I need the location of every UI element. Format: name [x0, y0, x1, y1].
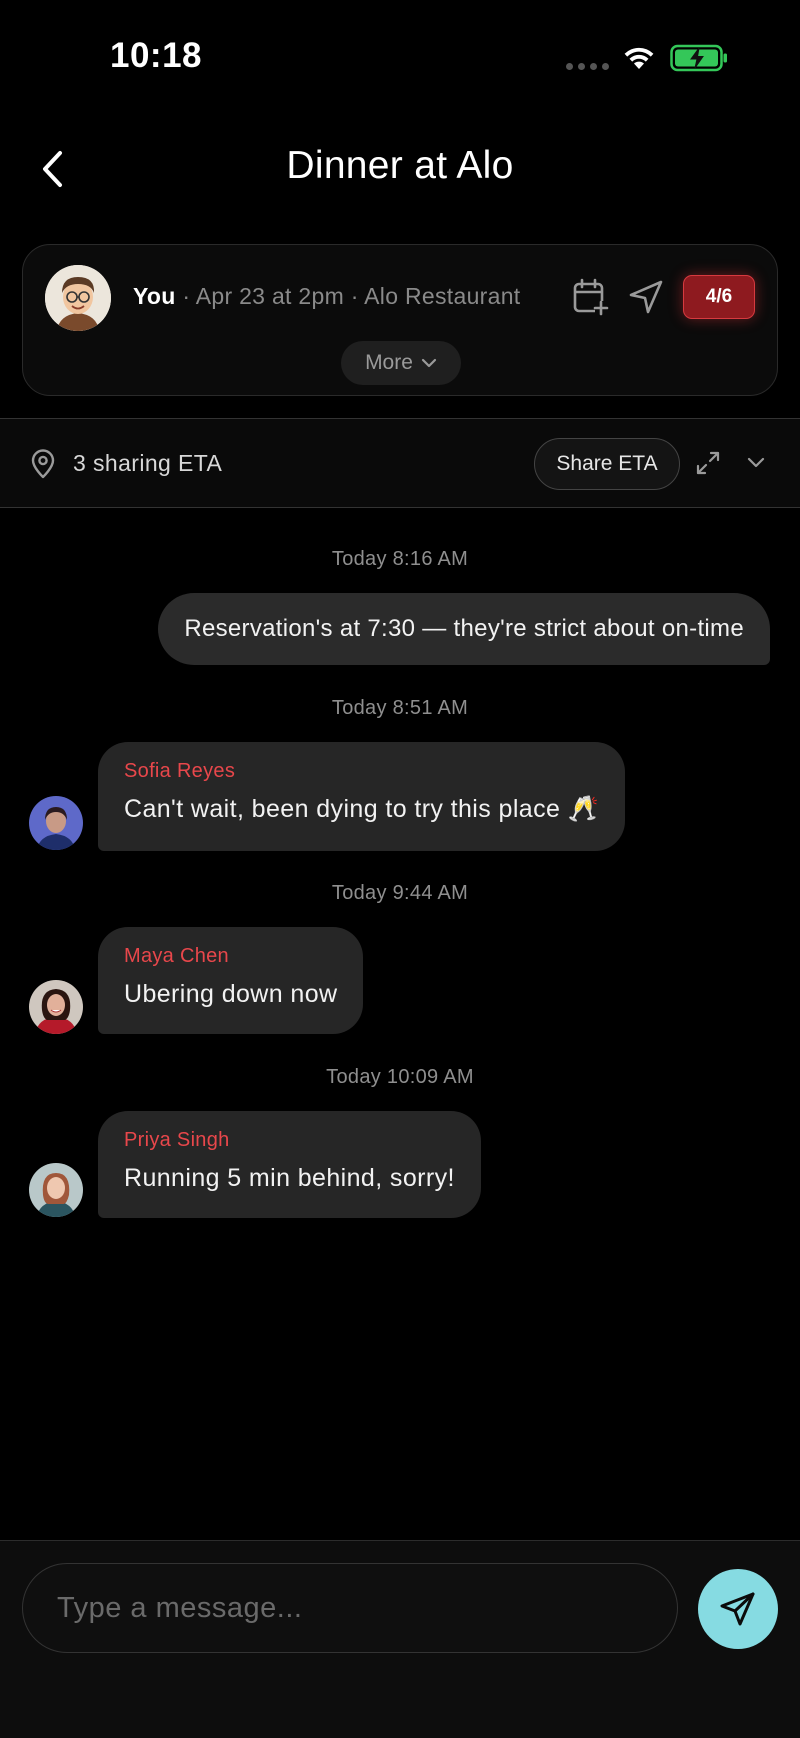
message-composer	[0, 1540, 800, 1738]
event-details: You · Apr 23 at 2pm · Alo Restaurant	[133, 283, 521, 310]
header: Dinner at Alo	[0, 120, 800, 220]
sender-name: Maya Chen	[124, 945, 229, 967]
wifi-icon	[624, 47, 654, 69]
message-timestamp: Today 8:51 AM	[331, 697, 469, 719]
message-text: Can't wait, been dying to try this place…	[124, 795, 600, 823]
eta-sharing-bar: 3 sharing ETA Share ETA	[0, 418, 800, 508]
add-to-calendar-button[interactable]	[571, 277, 609, 317]
status-bar: 10:18	[0, 0, 800, 120]
event-summary-card: You · Apr 23 at 2pm · Alo Restaurant 4/6…	[22, 244, 778, 396]
event-host: You	[133, 283, 176, 309]
sender-name: Sofia Reyes	[124, 760, 236, 782]
collapse-eta-button[interactable]	[744, 451, 768, 475]
event-date-location: · Apr 23 at 2pm · Alo Restaurant	[175, 283, 521, 309]
page-title: Dinner at Alo	[286, 144, 514, 187]
chevron-down-icon	[747, 457, 765, 468]
calendar-plus-icon	[573, 278, 609, 316]
eta-sharing-count: 3 sharing ETA	[73, 450, 223, 476]
directions-button[interactable]	[627, 277, 665, 317]
sender-avatar	[29, 1163, 83, 1217]
incoming-message-bubble[interactable]: Priya Singh Running 5 min behind, sorry!	[98, 1111, 481, 1218]
sender-avatar	[29, 796, 83, 850]
message-text: Ubering down now	[124, 980, 338, 1008]
status-time: 10:18	[110, 36, 203, 75]
capacity-badge: 4/6	[683, 275, 755, 319]
message-text: Running 5 min behind, sorry!	[124, 1164, 455, 1192]
incoming-message-bubble[interactable]: Maya Chen Ubering down now	[98, 927, 364, 1034]
navigation-arrow-icon	[629, 280, 663, 314]
message-timestamp: Today 9:44 AM	[331, 882, 469, 904]
outgoing-message-bubble[interactable]: Reservation's at 7:30 — they're strict a…	[158, 593, 770, 665]
location-pin-icon	[31, 449, 55, 479]
cellular-signal-icon	[566, 63, 609, 70]
share-eta-button[interactable]: Share ETA	[534, 438, 680, 490]
chevron-down-icon	[421, 358, 437, 368]
battery-charging-icon	[670, 44, 727, 72]
host-avatar	[45, 265, 111, 331]
incoming-message-bubble[interactable]: Sofia Reyes Can't wait, been dying to tr…	[98, 742, 626, 851]
sender-name: Priya Singh	[124, 1129, 230, 1151]
expand-map-button[interactable]	[694, 449, 722, 477]
send-button[interactable]	[698, 1569, 778, 1649]
expand-icon	[696, 451, 720, 475]
send-icon	[720, 1592, 755, 1626]
more-button[interactable]: More	[341, 341, 461, 385]
message-timestamp: Today 8:16 AM	[331, 548, 469, 570]
more-label: More	[365, 351, 413, 374]
message-text: Reservation's at 7:30 — they're strict a…	[184, 615, 744, 642]
sender-avatar	[29, 980, 83, 1034]
message-input[interactable]	[22, 1563, 678, 1653]
message-timestamp: Today 10:09 AM	[326, 1066, 474, 1088]
